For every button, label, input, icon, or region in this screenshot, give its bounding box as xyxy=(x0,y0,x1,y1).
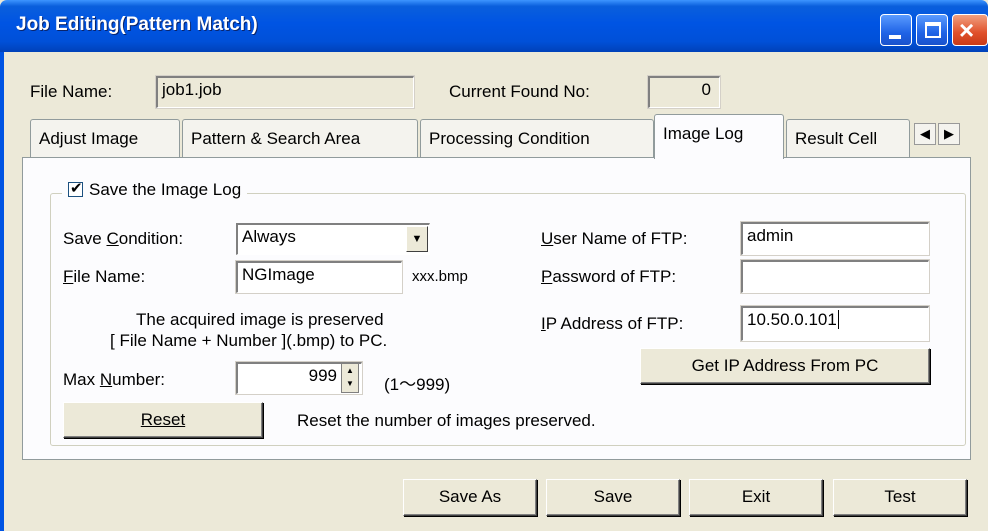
tab-pattern-search-area[interactable]: Pattern & Search Area xyxy=(182,119,418,157)
save-image-log-label: Save the Image Log xyxy=(89,180,242,199)
save-condition-label: Save Condition: xyxy=(63,229,184,248)
window-title: Job Editing(Pattern Match) xyxy=(16,14,258,35)
ftp-user-input[interactable]: admin xyxy=(740,221,930,256)
save-button[interactable]: Save xyxy=(546,479,680,516)
reset-button[interactable]: Reset xyxy=(63,402,263,438)
max-number-label: Max Number: xyxy=(63,370,166,389)
tab-scroll-right-icon[interactable]: ▶ xyxy=(938,123,960,145)
maximize-icon xyxy=(925,22,941,38)
tab-image-log[interactable]: Image Log xyxy=(654,114,784,159)
ftp-ip-label: IP Address of FTP: xyxy=(541,314,684,333)
current-found-label: Current Found No: xyxy=(449,82,590,101)
title-bar[interactable]: Job Editing(Pattern Match) × xyxy=(0,0,988,52)
save-condition-select[interactable]: Always ▼ xyxy=(236,223,430,255)
note-line-1: The acquired image is preserved xyxy=(136,310,384,329)
current-found-field: 0 xyxy=(647,75,721,109)
test-button[interactable]: Test xyxy=(833,479,967,516)
ftp-password-input[interactable] xyxy=(740,259,930,294)
text-cursor-icon xyxy=(837,310,839,329)
get-ip-button-label: Get IP Address From PC xyxy=(691,356,879,375)
ftp-password-label: Password of FTP: xyxy=(541,267,677,286)
test-label: Test xyxy=(884,487,916,506)
checkbox-icon[interactable]: ✔ xyxy=(68,180,83,197)
tab-adjust-image[interactable]: Adjust Image xyxy=(30,119,180,157)
ftp-ip-input[interactable]: 10.50.0.101 xyxy=(740,305,930,342)
log-file-name-input[interactable]: NGImage xyxy=(235,260,403,294)
note-line-2: [ File Name + Number ](.bmp) to PC. xyxy=(110,331,388,350)
minimize-button[interactable] xyxy=(880,14,912,46)
ftp-ip-value: 10.50.0.101 xyxy=(747,310,837,329)
chevron-down-icon[interactable]: ▼ xyxy=(406,226,428,252)
log-file-name-label: File Name: xyxy=(63,267,146,286)
save-as-button[interactable]: Save As xyxy=(403,479,537,516)
save-label: Save xyxy=(593,487,633,506)
reset-button-label: Reset xyxy=(140,410,186,429)
exit-button[interactable]: Exit xyxy=(689,479,823,516)
tab-scroll-left-icon[interactable]: ◀ xyxy=(914,123,936,145)
tab-processing-condition[interactable]: Processing Condition xyxy=(420,119,654,157)
save-as-label: Save As xyxy=(438,487,502,506)
minimize-icon xyxy=(889,35,901,39)
save-condition-value: Always xyxy=(242,227,296,246)
exit-label: Exit xyxy=(741,487,771,506)
get-ip-address-button[interactable]: Get IP Address From PC xyxy=(640,348,930,384)
file-ext-label: xxx.bmp xyxy=(412,268,468,285)
max-range-label: (1～999) xyxy=(384,375,451,394)
close-button[interactable]: × xyxy=(952,14,988,46)
tab-result-cell[interactable]: Result Cell xyxy=(786,119,910,157)
ftp-user-label: User Name of FTP: xyxy=(541,229,688,248)
close-icon: × xyxy=(959,15,975,45)
window-border xyxy=(0,52,4,531)
job-file-name-field: job1.job xyxy=(155,75,415,109)
reset-description: Reset the number of images preserved. xyxy=(297,411,596,430)
file-name-label: File Name: xyxy=(30,82,113,101)
maximize-button[interactable] xyxy=(916,14,948,46)
save-image-log-checkbox[interactable]: ✔ Save the Image Log xyxy=(62,180,248,206)
spinner-arrows-icon[interactable]: ▲ ▼ xyxy=(341,363,359,393)
